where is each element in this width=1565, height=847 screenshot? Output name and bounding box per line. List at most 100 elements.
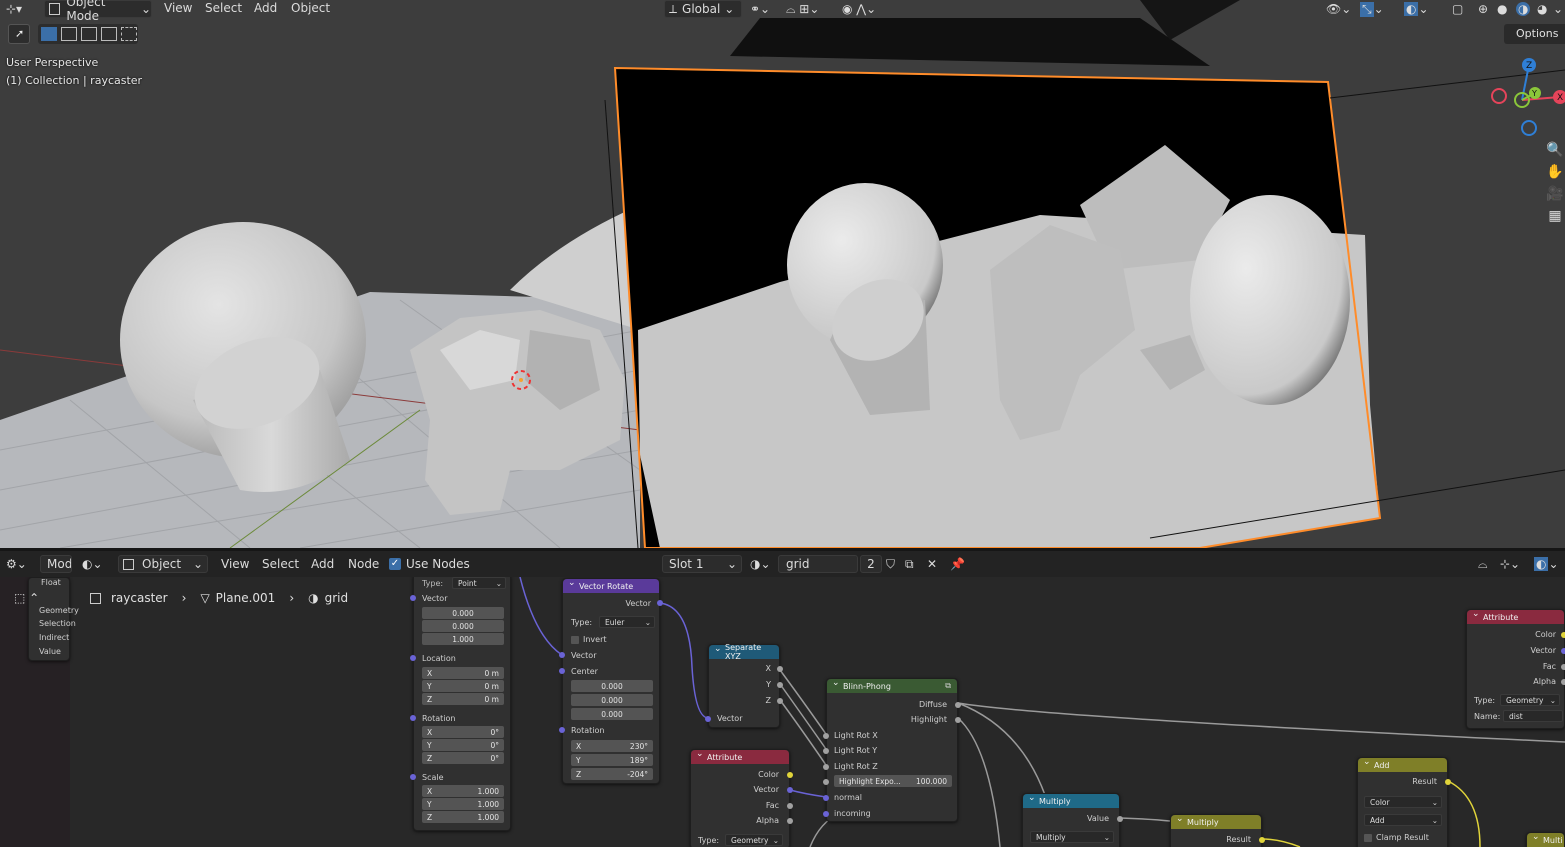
highlight-exponent-field[interactable]: Highlight Expo... 100.000 bbox=[834, 775, 952, 787]
color-output-socket[interactable] bbox=[1561, 632, 1565, 638]
multiply-mix-node[interactable]: Multiply Result bbox=[1170, 814, 1265, 847]
node-editor-canvas[interactable]: Float Geometry Selection Indirect Value … bbox=[0, 577, 1565, 847]
menu-add[interactable]: Add bbox=[254, 1, 277, 15]
rotation-z-field[interactable]: Z 0° bbox=[422, 752, 504, 764]
vector-output-socket[interactable] bbox=[657, 600, 663, 606]
menu-select[interactable]: Select bbox=[262, 557, 299, 571]
y-output-socket[interactable] bbox=[777, 682, 783, 688]
menu-select[interactable]: Select bbox=[205, 1, 242, 15]
value-output-socket[interactable] bbox=[1117, 816, 1123, 822]
separate-xyz-node[interactable]: Separate XYZ X Y Z Vector bbox=[705, 643, 783, 728]
attribute-dist-node[interactable]: Attribute Color Vector Fac Alpha Type: G… bbox=[1466, 609, 1565, 729]
pin-icon[interactable]: 📌 bbox=[950, 555, 965, 573]
attribute-node[interactable]: Attribute Color Vector Fac Alpha Type: G… bbox=[690, 749, 793, 847]
editor-type-icon[interactable]: ⊹▾ bbox=[6, 0, 36, 18]
menu-object[interactable]: Object bbox=[291, 1, 330, 15]
menu-node[interactable]: Node bbox=[348, 557, 379, 571]
scale-z-field[interactable]: Z 1.000 bbox=[422, 811, 504, 823]
transform-orientation-dropdown[interactable]: ⟂ Global ⌄ bbox=[664, 0, 742, 18]
mapping-node[interactable]: Type: Point ⌄ Vector 0.000 0.000 1.000 Lo… bbox=[410, 577, 511, 831]
attr-name-field[interactable]: dist bbox=[1503, 710, 1563, 722]
rotation-x-field[interactable]: X 230° bbox=[571, 740, 653, 752]
center-socket[interactable] bbox=[559, 668, 565, 674]
breadcrumb-mesh[interactable]: Plane.001 bbox=[216, 591, 276, 605]
add-mix-title[interactable]: Add bbox=[1358, 757, 1447, 772]
location-x-field[interactable]: X0 m bbox=[422, 667, 504, 679]
fac-output-socket[interactable] bbox=[1561, 664, 1565, 670]
pan-hand-icon[interactable]: ✋ bbox=[1546, 164, 1563, 180]
material-name-field[interactable]: grid bbox=[778, 555, 858, 573]
object-dropdown[interactable]: Object ⌄ bbox=[118, 555, 208, 573]
scale-y-field[interactable]: Y 1.000 bbox=[422, 798, 504, 810]
select-invert-icon[interactable] bbox=[101, 27, 117, 41]
gizmo-toggle-icon[interactable]: ⤡ ⌄ bbox=[1360, 0, 1384, 18]
grid-view-icon[interactable]: ▦ bbox=[1548, 208, 1561, 224]
group-icon[interactable]: ⧉ bbox=[945, 681, 951, 691]
vector-z-field[interactable]: 1.000 bbox=[422, 633, 504, 645]
vector-input-socket[interactable] bbox=[559, 652, 565, 658]
exponent-socket[interactable] bbox=[823, 779, 829, 785]
attr-type-dropdown[interactable]: Geometry ⌄ bbox=[1500, 694, 1560, 706]
add-mix-node[interactable]: Add Result Color⌄ Add⌄ Clamp Result bbox=[1357, 757, 1451, 847]
scale-x-field[interactable]: X 1.000 bbox=[422, 785, 504, 797]
proportional-edit-icon[interactable]: ◉ ⋀⌄ bbox=[842, 0, 876, 18]
vector-output-socket[interactable] bbox=[1561, 648, 1565, 654]
result-output-socket[interactable] bbox=[1259, 837, 1265, 843]
shading-material-icon[interactable]: ◑ bbox=[1516, 0, 1531, 18]
select-extend-icon[interactable] bbox=[61, 27, 77, 41]
rotate-type-dropdown[interactable]: Euler ⌄ bbox=[599, 616, 655, 628]
vector-input-socket[interactable] bbox=[705, 716, 711, 722]
snap-icon[interactable]: ⌓ ⊞⌄ bbox=[786, 0, 819, 18]
mode-dropdown[interactable]: Object Mode ⌄ bbox=[44, 0, 152, 23]
separate-xyz-title[interactable]: Separate XYZ bbox=[709, 643, 779, 661]
vector-x-field[interactable]: 0.000 bbox=[422, 607, 504, 619]
breadcrumb-toggle-icon[interactable]: ⬚ ⌃ bbox=[14, 591, 39, 605]
blend-mode-dropdown[interactable]: Add ⌄ bbox=[1364, 814, 1442, 826]
location-z-field[interactable]: Z0 m bbox=[422, 693, 504, 705]
scale-socket[interactable] bbox=[410, 774, 416, 780]
rotation-socket[interactable] bbox=[410, 715, 416, 721]
multiply-mix-title[interactable]: Multiply bbox=[1171, 814, 1261, 829]
navigation-gizmo[interactable]: Z Y X bbox=[1490, 55, 1565, 140]
chevron-down-icon[interactable]: ⌄ bbox=[1553, 0, 1563, 18]
highlight-output-socket[interactable] bbox=[955, 717, 961, 723]
select-new-icon[interactable] bbox=[41, 27, 57, 41]
blend-type-dropdown[interactable]: Color ⌄ bbox=[1364, 796, 1442, 808]
z-output-socket[interactable] bbox=[777, 698, 783, 704]
multiply-math-title[interactable]: Multiply bbox=[1023, 793, 1119, 808]
duplicate-icon[interactable]: ⧉ bbox=[905, 555, 914, 573]
selection-mode-buttons[interactable] bbox=[38, 24, 138, 44]
invert-checkbox[interactable]: Invert bbox=[571, 635, 607, 644]
menu-view[interactable]: View bbox=[221, 557, 249, 571]
attr-type-dropdown[interactable]: Geometry ⌄ bbox=[725, 834, 783, 846]
vector-output-socket[interactable] bbox=[787, 787, 793, 793]
material-browse-icon[interactable]: ◑⌄ bbox=[750, 555, 771, 573]
center-x-field[interactable]: 0.000 bbox=[571, 680, 653, 692]
center-z-field[interactable]: 0.000 bbox=[571, 708, 653, 720]
menu-view[interactable]: View bbox=[164, 1, 192, 15]
math-operation-dropdown[interactable]: Multiply ⌄ bbox=[1030, 831, 1114, 843]
camera-view-icon[interactable]: 🎥 bbox=[1546, 186, 1563, 202]
use-nodes-checkbox[interactable]: ✓ Use Nodes bbox=[389, 555, 470, 573]
select-tool-icon[interactable]: ➚ bbox=[8, 24, 30, 44]
shading-rendered-icon[interactable]: ◕ bbox=[1537, 0, 1547, 18]
rotation-x-field[interactable]: X 0° bbox=[422, 726, 504, 738]
multiply-edge-node[interactable]: Multi bbox=[1526, 832, 1565, 847]
light-rot-z-socket[interactable] bbox=[823, 764, 829, 770]
multiply-math-node[interactable]: Multiply Value Multiply⌄ bbox=[1022, 793, 1123, 847]
rotation-y-field[interactable]: Y 189° bbox=[571, 754, 653, 766]
menu-add[interactable]: Add bbox=[311, 557, 334, 571]
snap-icon[interactable]: ⌓ bbox=[1478, 555, 1488, 573]
center-y-field[interactable]: 0.000 bbox=[571, 694, 653, 706]
diffuse-output-socket[interactable] bbox=[955, 702, 961, 708]
blinn-phong-node[interactable]: Blinn-Phong ⧉ Diffuse Highlight Light Ro… bbox=[823, 678, 961, 822]
location-socket[interactable] bbox=[410, 655, 416, 661]
multiply-edge-title[interactable]: Multi bbox=[1527, 833, 1564, 847]
blinn-phong-title[interactable]: Blinn-Phong bbox=[827, 678, 957, 693]
attribute-title[interactable]: Attribute bbox=[691, 749, 789, 764]
editor-mode-dropdown[interactable]: Mod bbox=[40, 555, 72, 573]
vector-socket[interactable] bbox=[410, 595, 416, 601]
incoming-socket[interactable] bbox=[823, 811, 829, 817]
breadcrumb-material[interactable]: grid bbox=[325, 591, 349, 605]
light-rot-x-socket[interactable] bbox=[823, 733, 829, 739]
